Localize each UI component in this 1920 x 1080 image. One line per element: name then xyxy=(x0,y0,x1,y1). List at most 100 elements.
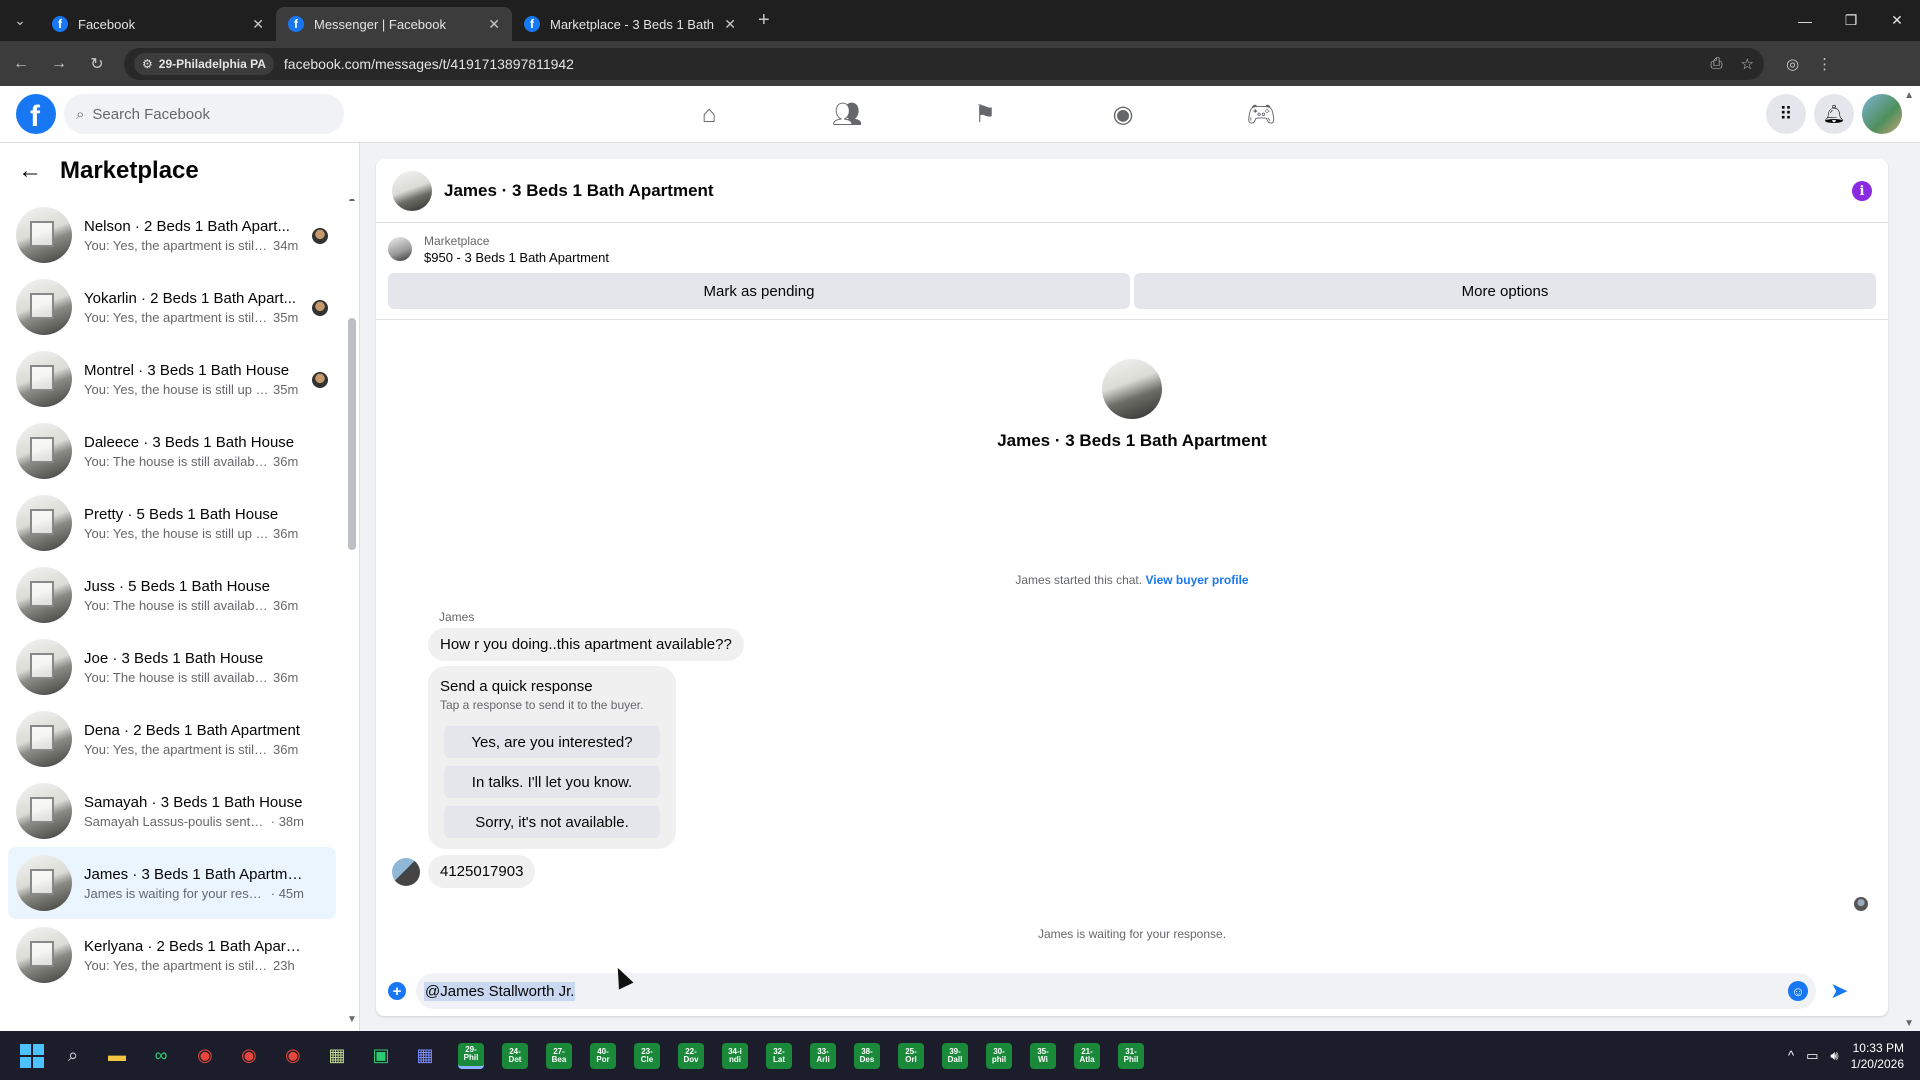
tab-marketplace[interactable]: f Marketplace - 3 Beds 1 Bath Ho ✕ xyxy=(512,7,748,41)
conversation-item[interactable]: Montrel · 3 Beds 1 Bath House You: Yes, t… xyxy=(8,343,336,415)
taskbar-app[interactable]: 22- Dov xyxy=(678,1042,704,1069)
listing-thumbnail xyxy=(16,567,72,623)
back-arrow-icon[interactable]: ← xyxy=(18,157,42,185)
conversation-item[interactable]: Pretty · 5 Beds 1 Bath House You: Yes, th… xyxy=(8,487,336,559)
taskbar-app[interactable]: 24- Det xyxy=(502,1042,528,1069)
quick-reply-button[interactable]: In talks. I'll let you know. xyxy=(444,766,660,798)
restore-icon[interactable]: ❐ xyxy=(1828,0,1874,41)
menu-grid-icon[interactable]: ⠿ xyxy=(1766,94,1806,134)
url-text[interactable]: facebook.com/messages/t/4191713897811942 xyxy=(284,56,574,72)
facebook-search[interactable]: ⌕ xyxy=(64,94,344,134)
pages-flag-icon[interactable]: ⚑ xyxy=(916,86,1054,143)
taskbar-app[interactable]: 40- Por xyxy=(590,1042,616,1069)
chrome-icon[interactable]: ◉ xyxy=(234,1041,264,1071)
search-input[interactable] xyxy=(92,105,293,123)
windows-start-icon[interactable] xyxy=(20,1043,44,1068)
tab-messenger[interactable]: f Messenger | Facebook ✕ xyxy=(276,7,512,41)
reload-icon[interactable]: ↻ xyxy=(80,47,114,81)
new-tab-plus-icon[interactable]: + xyxy=(758,9,770,32)
file-explorer-icon[interactable]: ▬ xyxy=(102,1041,132,1071)
sender-avatar[interactable] xyxy=(392,858,420,886)
chrome-icon[interactable]: ◉ xyxy=(190,1041,220,1071)
pro-app-icon[interactable]: ▣ xyxy=(366,1041,396,1071)
taskbar-app[interactable]: 25- Orl xyxy=(898,1042,924,1069)
install-app-icon[interactable]: ⎙ xyxy=(1711,55,1723,73)
app-icon[interactable]: ∞ xyxy=(146,1041,176,1071)
notifications-bell-icon[interactable]: 🔔︎ xyxy=(1814,94,1854,134)
profile-icon[interactable]: ◎ xyxy=(1786,55,1799,73)
sidebar-scrollbar[interactable] xyxy=(348,318,356,550)
tab-facebook[interactable]: f Facebook ✕ xyxy=(40,7,276,41)
calculator-icon[interactable]: ▦ xyxy=(410,1041,440,1071)
gaming-icon[interactable]: 🎮︎ xyxy=(1192,86,1330,143)
address-bar[interactable]: ⚙ 29-Philadelphia PA facebook.com/messag… xyxy=(124,47,1764,80)
friends-icon[interactable]: 👥︎ xyxy=(778,86,916,143)
conversation-item[interactable]: Joe · 3 Beds 1 Bath House You: The house … xyxy=(8,631,336,703)
taskbar-app[interactable]: 35- Wi xyxy=(1030,1042,1056,1069)
taskbar-app[interactable]: 29- Phil xyxy=(458,1042,484,1069)
conversation-item[interactable]: Dena · 2 Beds 1 Bath Apartment You: Yes, … xyxy=(8,703,336,775)
scroll-down-icon[interactable]: ▼ xyxy=(347,1014,357,1025)
message-bubble[interactable]: How r you doing..this apartment availabl… xyxy=(428,628,744,661)
quick-reply-button[interactable]: Sorry, it's not available. xyxy=(444,806,660,838)
spreadsheet-icon[interactable]: ▦ xyxy=(322,1041,352,1071)
conversation-item[interactable]: Juss · 5 Beds 1 Bath House You: The house… xyxy=(8,559,336,631)
chrome-icon[interactable]: ◉ xyxy=(278,1041,308,1071)
bookmark-star-icon[interactable]: ☆ xyxy=(1741,55,1754,73)
groups-icon[interactable]: ◉ xyxy=(1054,86,1192,143)
listing-summary[interactable]: Marketplace $950 - 3 Beds 1 Bath Apartme… xyxy=(376,229,1888,269)
clock[interactable]: 10:33 PM 1/20/2026 xyxy=(1851,1040,1904,1072)
chat-avatar[interactable] xyxy=(392,170,432,211)
taskbar-app[interactable]: 23- Cle xyxy=(634,1042,660,1069)
conversation-item[interactable]: Samayah · 3 Beds 1 Bath House Samayah Las… xyxy=(8,775,336,847)
facebook-logo-icon[interactable]: f xyxy=(16,94,56,134)
taskbar-app[interactable]: 31- Phil xyxy=(1118,1042,1144,1069)
tray-chevron-icon[interactable]: ^ xyxy=(1788,1048,1794,1063)
browser-menu-icon[interactable]: ⋮ xyxy=(1817,55,1832,73)
quick-reply-button[interactable]: Yes, are you interested? xyxy=(444,726,660,758)
conversation-snippet: Samayah Lassus-poulis sent you ...· 38m xyxy=(84,814,304,829)
message-bubble[interactable]: 4125017903 xyxy=(428,855,536,888)
taskbar-app[interactable]: 39- Dall xyxy=(942,1042,968,1069)
intro-avatar[interactable] xyxy=(1102,359,1162,419)
taskbar-app[interactable]: 27- Bea xyxy=(546,1042,572,1069)
conversation-item[interactable]: James · 3 Beds 1 Bath Apartment James is … xyxy=(8,847,336,919)
tab-search-chevron-icon[interactable]: ⌄ xyxy=(0,0,40,41)
info-icon[interactable]: i xyxy=(1852,181,1872,201)
network-icon[interactable]: ▭ xyxy=(1806,1048,1818,1064)
minimize-icon[interactable]: — xyxy=(1782,0,1828,41)
volume-icon[interactable]: 🔊︎ xyxy=(1830,1048,1838,1064)
more-options-button[interactable]: More options xyxy=(1134,273,1876,309)
close-tab-icon[interactable]: ✕ xyxy=(488,16,500,33)
account-avatar[interactable] xyxy=(1862,94,1902,134)
snippet-time: 36m xyxy=(273,669,299,685)
view-buyer-profile-link[interactable]: View buyer profile xyxy=(1145,573,1248,587)
send-icon[interactable]: ➤ xyxy=(1830,978,1848,1004)
mark-pending-button[interactable]: Mark as pending xyxy=(388,273,1130,309)
taskbar-app[interactable]: 32- Lat xyxy=(766,1042,792,1069)
conversation-item[interactable]: Nelson · 2 Beds 1 Bath Apart... You: Yes,… xyxy=(8,199,336,271)
taskbar-app[interactable]: 34-i ndi xyxy=(722,1042,748,1069)
taskbar-app[interactable]: 21- Atla xyxy=(1074,1042,1100,1069)
close-window-icon[interactable]: ✕ xyxy=(1874,0,1920,41)
emoji-icon[interactable]: ☺ xyxy=(1788,981,1808,1001)
close-tab-icon[interactable]: ✕ xyxy=(252,16,264,33)
conversation-item[interactable]: Yokarlin · 2 Beds 1 Bath Apart... You: Ye… xyxy=(8,271,336,343)
forward-arrow-icon[interactable]: → xyxy=(42,47,76,81)
page-scroll-up-icon[interactable]: ▲ xyxy=(1904,90,1914,101)
seen-avatar xyxy=(312,372,328,388)
close-tab-icon[interactable]: ✕ xyxy=(724,16,736,33)
site-info-chip[interactable]: ⚙ 29-Philadelphia PA xyxy=(134,52,274,75)
mention-text[interactable]: @James Stallworth Jr. xyxy=(424,981,576,1001)
chat-title[interactable]: James · 3 Beds 1 Bath Apartment xyxy=(444,181,714,201)
back-arrow-icon[interactable]: ← xyxy=(4,47,38,81)
taskbar-app[interactable]: 30- phil xyxy=(986,1042,1012,1069)
page-scroll-down-icon[interactable]: ▼ xyxy=(1904,1018,1914,1029)
taskbar-app[interactable]: 33- Arli xyxy=(810,1042,836,1069)
plus-icon[interactable]: + xyxy=(388,982,406,1000)
taskbar-app[interactable]: 38- Des xyxy=(854,1042,880,1069)
conversation-item[interactable]: Kerlyana · 2 Beds 1 Bath Apartm... You: Y… xyxy=(8,919,336,991)
search-icon[interactable]: ⌕ xyxy=(58,1041,88,1071)
conversation-item[interactable]: Daleece · 3 Beds 1 Bath House You: The ho… xyxy=(8,415,336,487)
home-icon[interactable]: ⌂ xyxy=(640,86,778,143)
